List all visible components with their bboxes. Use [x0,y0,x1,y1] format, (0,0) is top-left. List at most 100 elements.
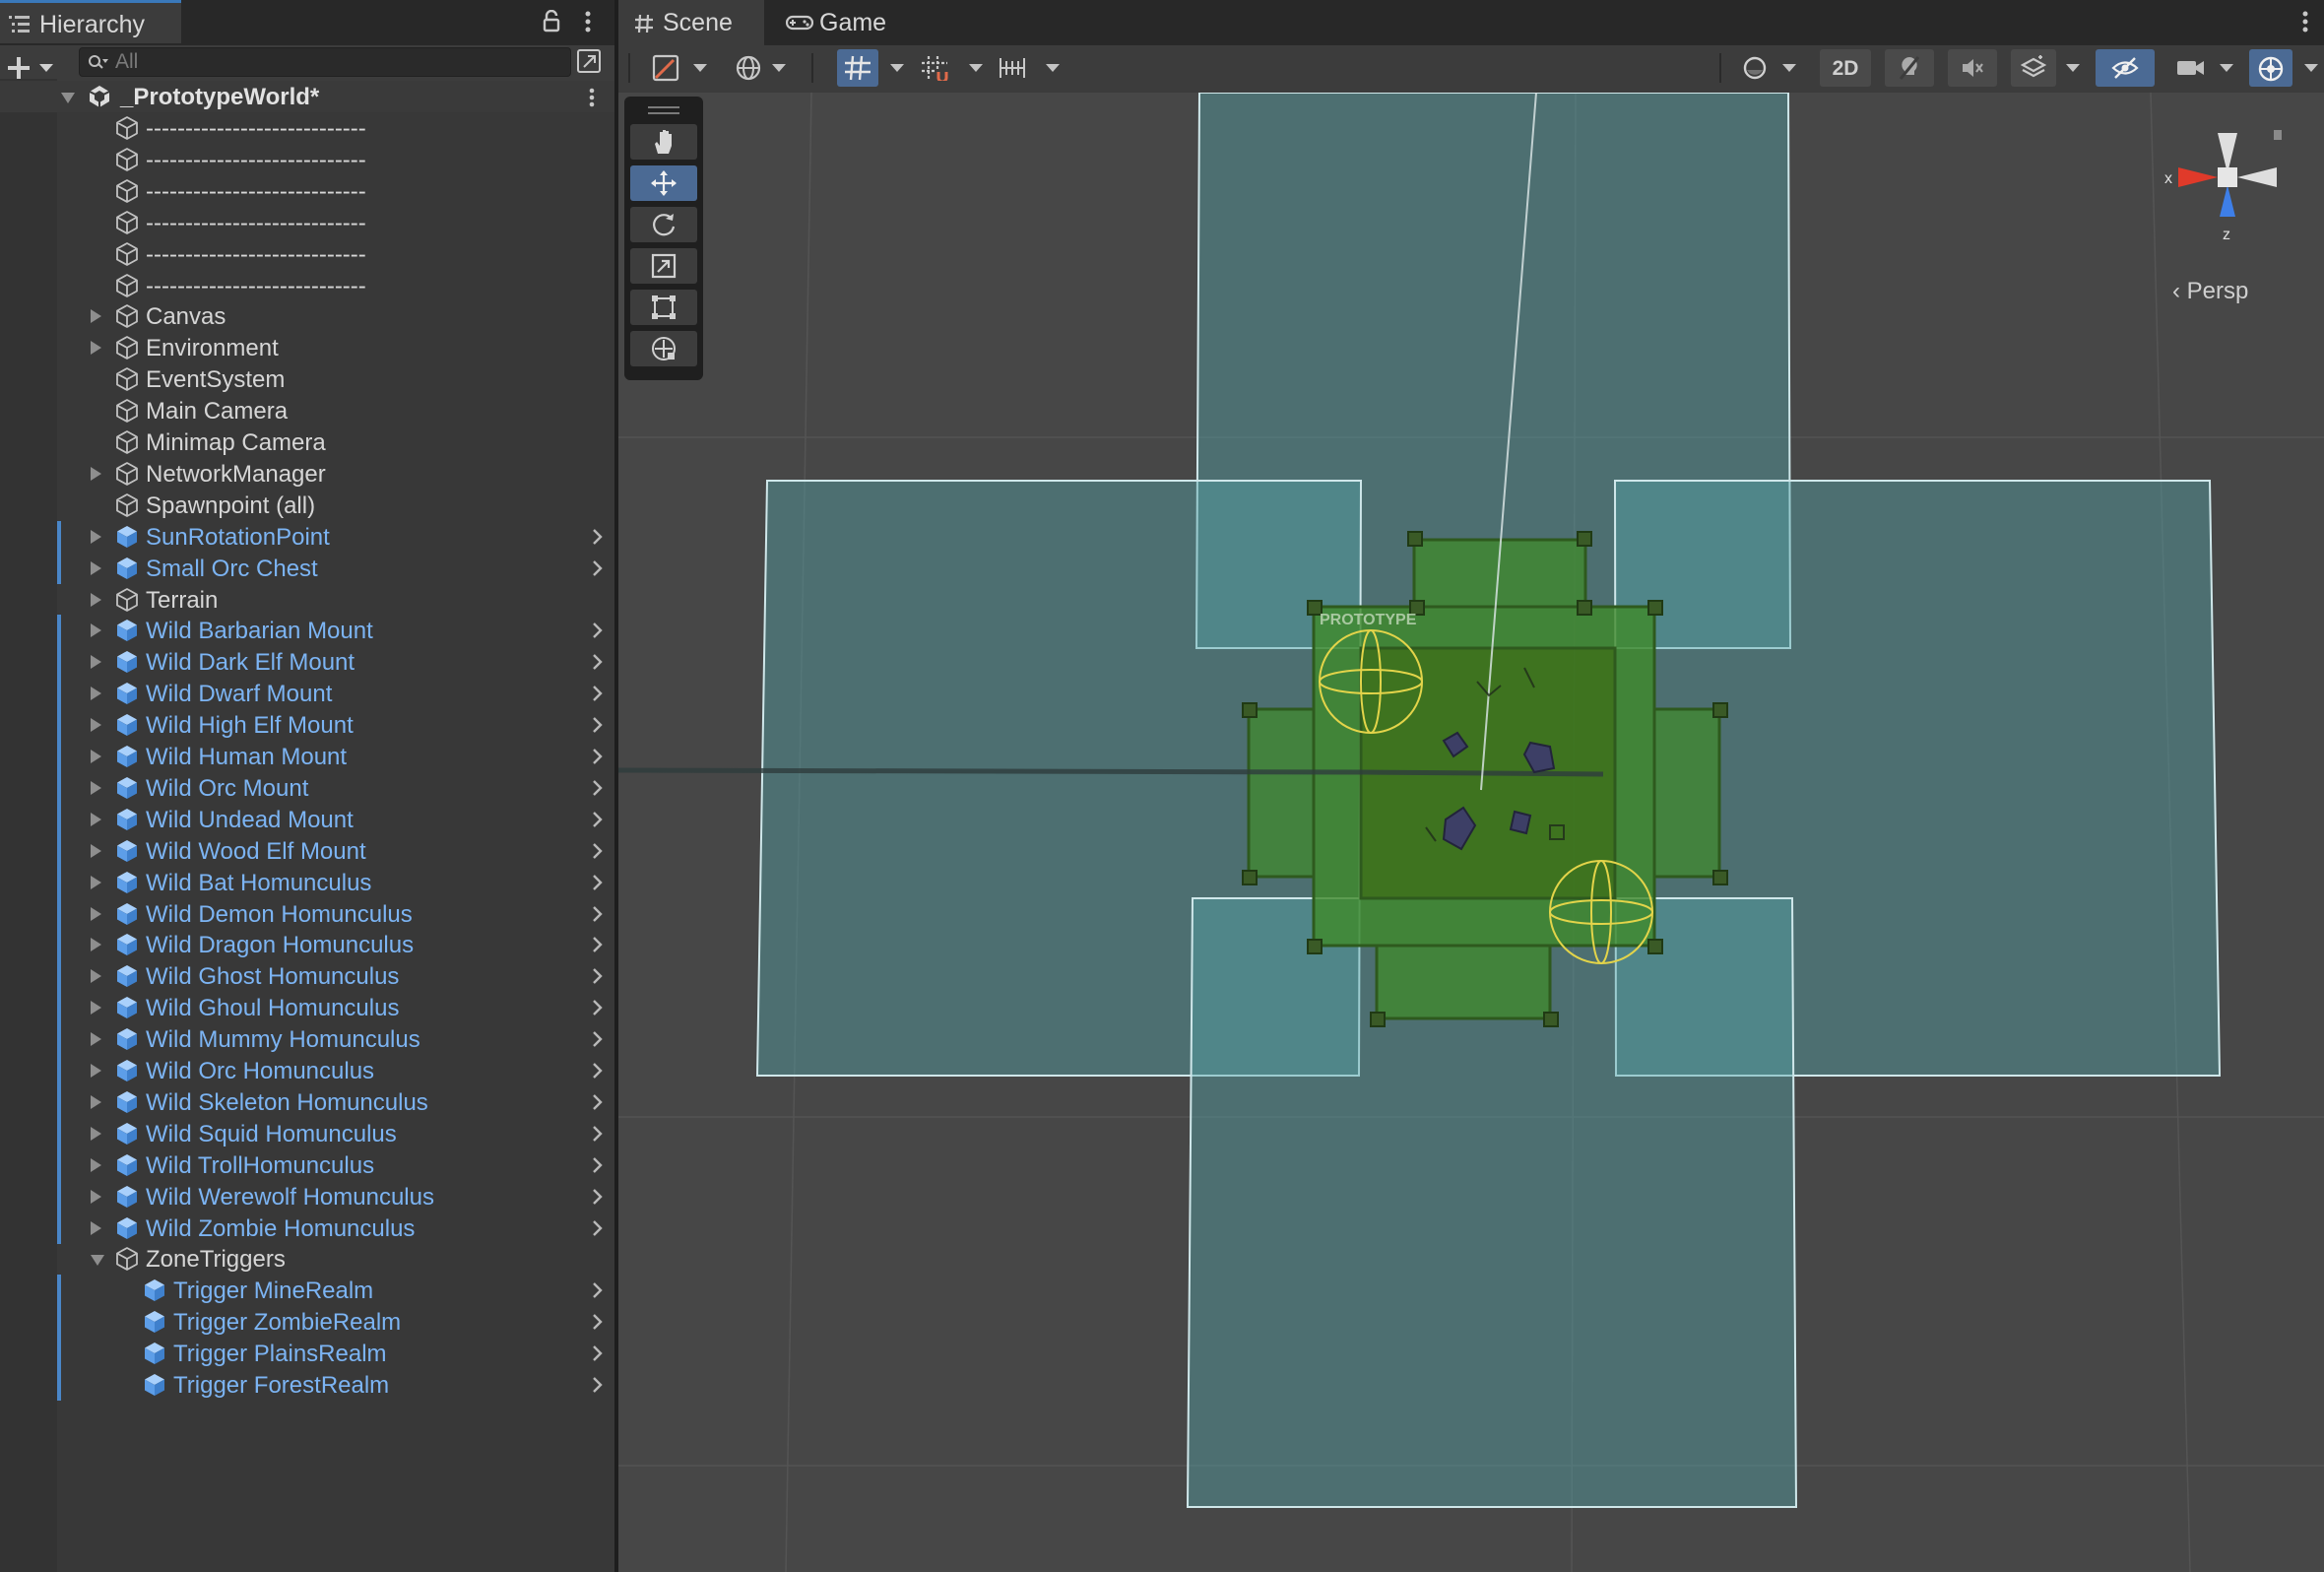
collapsed-arrow-icon[interactable] [91,655,101,670]
gizmos-toggle[interactable] [2249,49,2292,87]
move-tool-button[interactable] [630,165,697,201]
rotate-tool-button[interactable] [630,207,697,242]
increment-snap-button[interactable] [914,49,955,87]
hierarchy-row[interactable]: NetworkManager [0,458,614,490]
search-by-type-icon[interactable] [575,47,605,77]
hierarchy-prefab-row[interactable]: Wild Dragon Homunculus [0,929,614,961]
hierarchy-prefab-row[interactable]: Wild Bat Homunculus [0,866,614,898]
hierarchy-prefab-row[interactable]: Wild Mummy Homunculus [0,1023,614,1056]
hierarchy-prefab-row[interactable]: Wild High Elf Mount [0,709,614,742]
collapsed-arrow-icon[interactable] [91,687,101,701]
chevron-right-icon[interactable] [591,1280,605,1300]
collapsed-arrow-icon[interactable] [91,560,101,575]
hierarchy-prefab-row[interactable]: Wild Demon Homunculus [0,897,614,930]
collapsed-arrow-icon[interactable] [91,969,101,984]
scene-visibility-toggle[interactable] [2096,49,2155,87]
hierarchy-row[interactable]: ---------------------------- [0,238,614,270]
global-local-button[interactable] [729,49,768,87]
effects-button[interactable] [2011,49,2056,87]
hierarchy-prefab-row[interactable]: Small Orc Chest [0,552,614,584]
hierarchy-row[interactable]: ---------------------------- [0,207,614,238]
collapsed-arrow-icon[interactable] [91,718,101,733]
collapsed-arrow-icon[interactable] [91,341,101,356]
collapsed-arrow-icon[interactable] [91,938,101,952]
expanded-arrow-icon[interactable] [91,1255,104,1267]
scene-render[interactable]: PROTOTYPE [618,93,2324,1572]
chevron-right-icon[interactable] [591,715,605,735]
increment-snap-dropdown-arrow[interactable] [969,64,983,72]
hierarchy-row[interactable]: Environment [0,332,614,363]
hand-tool-button[interactable] [630,124,697,160]
kebab-menu-icon[interactable] [2300,10,2310,33]
scene-root-row[interactable]: _PrototypeWorld* [0,81,614,112]
hierarchy-prefab-row[interactable]: Wild Skeleton Homunculus [0,1085,614,1118]
chevron-right-icon[interactable] [591,684,605,703]
tab-game[interactable]: Game [776,0,914,45]
collapsed-arrow-icon[interactable] [91,466,101,481]
hierarchy-prefab-row[interactable]: Wild Dwarf Mount [0,678,614,710]
hierarchy-prefab-row[interactable]: Wild Ghost Homunculus [0,960,614,993]
chevron-right-icon[interactable] [591,652,605,672]
hierarchy-row[interactable]: Terrain [0,584,614,616]
hierarchy-prefab-row[interactable]: Wild Squid Homunculus [0,1117,614,1149]
hierarchy-row[interactable]: ---------------------------- [0,270,614,301]
chevron-right-icon[interactable] [591,1343,605,1363]
overlay-drag-handle[interactable] [648,106,679,108]
scale-tool-button[interactable] [630,248,697,284]
chevron-right-icon[interactable] [591,904,605,924]
chevron-right-icon[interactable] [591,873,605,892]
scene-camera-button[interactable] [2168,49,2214,87]
hierarchy-prefab-row[interactable]: Trigger ZombieRealm [0,1306,614,1339]
chevron-right-icon[interactable] [591,1092,605,1112]
collapsed-arrow-icon[interactable] [91,1032,101,1047]
hierarchy-prefab-row[interactable]: Wild Wood Elf Mount [0,834,614,867]
chevron-right-icon[interactable] [591,1155,605,1175]
hierarchy-row[interactable]: Main Camera [0,395,614,426]
chevron-right-icon[interactable] [591,841,605,861]
chevron-right-icon[interactable] [591,1218,605,1238]
hierarchy-row[interactable]: Canvas [0,300,614,332]
chevron-right-icon[interactable] [591,1124,605,1144]
grid-dropdown-arrow[interactable] [890,64,904,72]
grid-snap-toggle[interactable] [837,49,878,87]
chevron-right-icon[interactable] [591,527,605,547]
tab-hierarchy[interactable]: Hierarchy [0,0,181,43]
search-input[interactable]: All [79,47,571,77]
draw-mode-button[interactable] [648,49,683,87]
collapsed-arrow-icon[interactable] [91,1126,101,1141]
collapsed-arrow-icon[interactable] [91,843,101,858]
collapsed-arrow-icon[interactable] [91,592,101,607]
hierarchy-prefab-row[interactable]: Wild Werewolf Homunculus [0,1180,614,1212]
expand-arrow-icon[interactable] [61,93,75,103]
snap-settings-button[interactable] [993,49,1034,87]
draw-mode-dropdown-arrow[interactable] [693,64,707,72]
scene-camera-dropdown-arrow[interactable] [2220,64,2233,72]
collapsed-arrow-icon[interactable] [91,309,101,324]
chevron-right-icon[interactable] [591,810,605,829]
hierarchy-prefab-row[interactable]: Wild Orc Mount [0,771,614,804]
collapsed-arrow-icon[interactable] [91,1157,101,1172]
effects-dropdown-arrow[interactable] [2066,64,2080,72]
chevron-right-icon[interactable] [591,778,605,798]
shading-mode-button[interactable] [1737,49,1773,87]
transform-tool-button[interactable] [630,331,697,366]
collapsed-arrow-icon[interactable] [91,1094,101,1109]
audio-toggle[interactable] [1948,49,1997,87]
collapsed-arrow-icon[interactable] [91,529,101,544]
hierarchy-prefab-row[interactable]: Wild Human Mount [0,741,614,772]
hierarchy-prefab-row[interactable]: Wild Undead Mount [0,803,614,835]
toggle-2d-button[interactable]: 2D [1820,49,1871,87]
chevron-right-icon[interactable] [591,1187,605,1207]
collapsed-arrow-icon[interactable] [91,812,101,826]
gizmos-dropdown-arrow[interactable] [2304,64,2318,72]
lock-icon[interactable] [542,10,561,33]
collapsed-arrow-icon[interactable] [91,1220,101,1235]
hierarchy-prefab-row[interactable]: Wild Barbarian Mount [0,615,614,647]
chevron-right-icon[interactable] [591,1375,605,1395]
collapsed-arrow-icon[interactable] [91,1189,101,1204]
collapsed-arrow-icon[interactable] [91,623,101,638]
collapsed-arrow-icon[interactable] [91,1001,101,1015]
lighting-toggle[interactable] [1885,49,1934,87]
kebab-menu-icon[interactable] [587,87,597,108]
rect-tool-button[interactable] [630,290,697,325]
